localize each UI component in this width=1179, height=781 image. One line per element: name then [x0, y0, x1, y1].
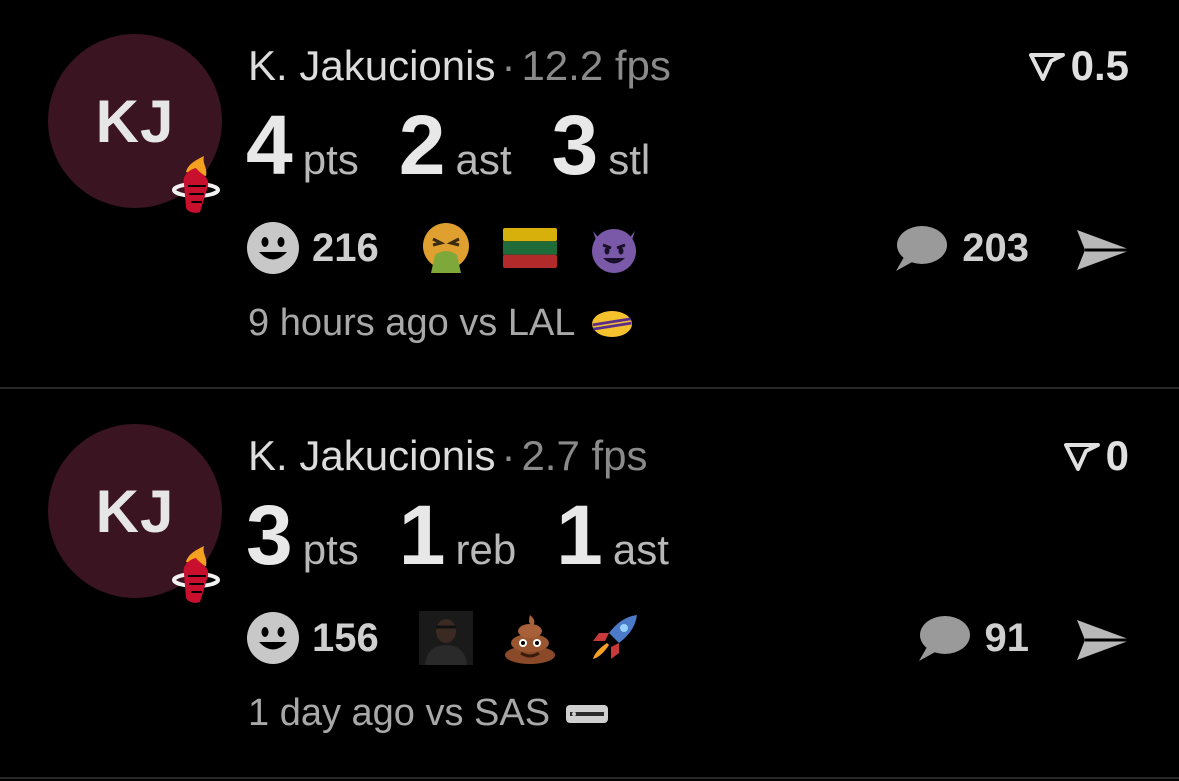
- vote-control[interactable]: 0.5: [1028, 42, 1129, 90]
- stat-value: 3: [246, 488, 293, 582]
- comment-count: 203: [962, 225, 1029, 270]
- stat-value: 3: [551, 98, 599, 192]
- stat-unit: pts: [302, 136, 359, 183]
- stat-item: 4 pts: [246, 100, 359, 190]
- comments-button[interactable]: 203: [892, 218, 1029, 278]
- separator: ·: [501, 42, 516, 89]
- fps-score: 2.7 fps: [521, 432, 648, 479]
- post-divider: [0, 777, 1179, 779]
- separator: ·: [501, 432, 516, 479]
- stat-value: 4: [246, 98, 293, 192]
- player-name[interactable]: K. Jakucionis: [248, 42, 495, 89]
- vote-score: 0.5: [1070, 42, 1129, 89]
- player-name[interactable]: K. Jakucionis: [248, 432, 495, 479]
- reaction-count: 156: [312, 615, 379, 660]
- post-header: K. Jakucionis · 2.7 fps: [248, 430, 648, 482]
- comments-button[interactable]: 91: [915, 608, 1030, 668]
- stat-unit: pts: [302, 526, 359, 573]
- stat-item: 3 pts: [246, 490, 359, 580]
- feed: KJ K. Jakucionis · 12.2 fps 0.5 4 pts 2 …: [0, 0, 1179, 781]
- stat-line: 3 pts 1 reb 1 ast: [246, 490, 709, 580]
- avatar-initials: KJ: [95, 87, 175, 155]
- fps-score: 12.2 fps: [521, 42, 671, 89]
- miami-heat-logo-icon: [172, 546, 220, 603]
- miami-heat-logo-icon: [172, 156, 220, 213]
- spurs-logo-icon: [566, 704, 609, 723]
- post-divider: [0, 387, 1179, 389]
- post-header: K. Jakucionis · 12.2 fps: [248, 40, 671, 92]
- post-card[interactable]: KJ K. Jakucionis · 2.7 fps 0 3 pts 1 reb…: [0, 390, 1179, 780]
- share-send-icon[interactable]: [1075, 226, 1133, 274]
- smiling-devil-emoji-icon[interactable]: [587, 221, 641, 275]
- vote-arrow-icon: [1028, 53, 1065, 81]
- rocket-emoji-icon[interactable]: [587, 611, 641, 665]
- stat-unit: ast: [455, 136, 512, 183]
- stat-item: 3 stl: [552, 100, 651, 190]
- poop-emoji-icon[interactable]: [503, 611, 557, 665]
- post-meta: 1 day ago vs SAS: [248, 692, 610, 735]
- vote-score: 0: [1105, 432, 1129, 479]
- add-reaction-smiley-icon[interactable]: [246, 611, 300, 665]
- stat-item: 2 ast: [399, 100, 512, 190]
- lakers-logo-icon: [592, 310, 633, 337]
- comment-count: 91: [984, 615, 1030, 660]
- time-and-opponent: 9 hours ago vs LAL: [248, 302, 576, 344]
- person-photo-emoji-icon[interactable]: [418, 611, 473, 665]
- stat-line: 4 pts 2 ast 3 stl: [246, 100, 690, 190]
- stat-item: 1 reb: [399, 490, 516, 580]
- post-meta: 9 hours ago vs LAL: [248, 302, 635, 345]
- stat-unit: reb: [455, 526, 517, 573]
- share-send-icon[interactable]: [1075, 616, 1133, 664]
- vomiting-face-emoji-icon[interactable]: [419, 221, 473, 275]
- time-and-opponent: 1 day ago vs SAS: [248, 692, 551, 734]
- comment-bubble-icon: [918, 616, 970, 661]
- lithuania-flag-emoji-icon[interactable]: [502, 221, 557, 275]
- post-card[interactable]: KJ K. Jakucionis · 12.2 fps 0.5 4 pts 2 …: [0, 0, 1179, 390]
- comment-bubble-icon: [896, 226, 948, 271]
- stat-value: 1: [556, 488, 603, 582]
- reaction-count: 216: [312, 225, 379, 270]
- stat-value: 1: [398, 488, 446, 582]
- add-reaction-smiley-icon[interactable]: [246, 221, 300, 275]
- stat-unit: stl: [608, 136, 651, 183]
- stat-unit: ast: [612, 526, 669, 573]
- reactions-bar: 216: [246, 218, 671, 278]
- stat-item: 1 ast: [556, 490, 669, 580]
- stat-value: 2: [398, 98, 446, 192]
- vote-control[interactable]: 0: [1063, 432, 1129, 480]
- avatar-initials: KJ: [95, 477, 175, 545]
- reactions-bar: 156: [246, 608, 671, 668]
- vote-arrow-icon: [1063, 443, 1100, 471]
